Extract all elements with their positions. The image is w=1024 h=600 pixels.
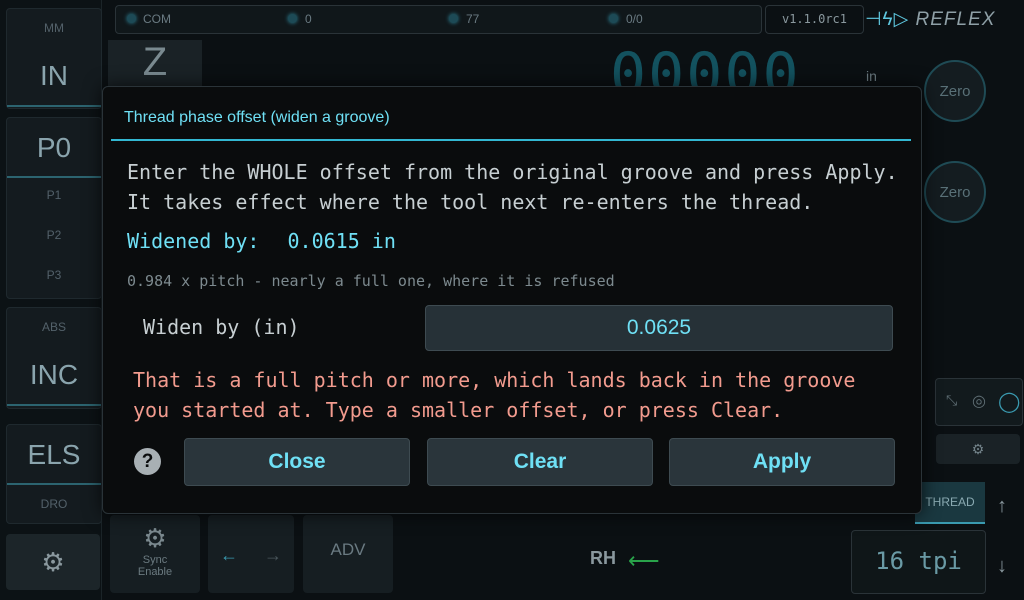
arrow-right-icon[interactable]: → [264,545,282,566]
mode-sidebar: MM IN P0 P1 P2 P3 ABS INC ELS DRO ⚙ [0,0,102,600]
help-icon[interactable]: ? [134,448,161,475]
clear-button[interactable]: Clear [427,438,653,486]
function-group: ELS DRO [6,424,102,524]
enable-label: Enable [137,566,173,578]
message-line: Enter the WHOLE offset from the original… [127,160,898,184]
thread-tab[interactable]: THREAD [915,482,985,524]
settings-button[interactable]: ⚙ [6,534,100,590]
apply-button[interactable]: Apply [669,438,895,486]
status-indicator-icon [609,14,618,23]
com-indicator-icon [127,14,136,23]
status-indicator-icon [449,14,458,23]
status-value-3: 0/0 [626,12,643,26]
thread-phase-dialog: Thread phase offset (widen a groove) Ent… [102,86,922,514]
continuous-icon[interactable]: ◯ [998,389,1020,414]
sync-enable-button[interactable]: ⚙ Sync Enable [110,515,200,593]
status-bar: COM 0 77 0/0 [115,5,762,34]
dialog-title: Thread phase offset (widen a groove) [124,109,390,126]
widened-readout: Widened by: 0.0615 in [127,229,396,253]
coord-abs-button[interactable]: ABS [7,320,101,334]
mode-selector: ⤡ ◎ ◯ [935,378,1023,426]
units-mm-label[interactable]: MM [7,21,101,35]
function-dro-button[interactable]: DRO [7,497,101,511]
axis-z-button[interactable]: Z [108,40,202,90]
brand-name: REFLEX [915,9,996,30]
adv-button[interactable]: ADV [303,515,393,593]
message-line: It takes effect where the tool next re-e… [127,190,814,214]
gear-icon: ⚙ [41,546,65,577]
direction-arrow-icon: ⟵ [628,548,660,573]
arrow-left-icon[interactable]: ← [220,545,238,566]
coord-group: ABS INC [6,307,102,409]
com-label: COM [143,12,171,26]
status-value-1: 0 [305,12,312,26]
sync-icon[interactable]: ◎ [972,391,986,411]
version-label: v1.1.0rc1 [765,5,864,34]
widen-input[interactable]: 0.0625 [425,305,893,351]
thread-hand-label: RH [590,548,616,568]
plug-icon: ⊣ϟ▷ [865,9,910,30]
arrow-down-icon[interactable]: ↓ [987,555,1017,578]
gear-icon: ⚙ [971,441,985,457]
status-indicator-icon [288,14,297,23]
function-els-button[interactable]: ELS [7,427,101,485]
widened-label: Widened by: [127,229,260,253]
direction-buttons: ← → [208,515,294,593]
position-group: P0 P1 P2 P3 [6,117,102,299]
pitch-value[interactable]: 16 tpi [851,530,986,594]
units-in-button[interactable]: IN [7,47,101,107]
position-p2-button[interactable]: P2 [7,228,101,242]
coord-inc-button[interactable]: INC [7,346,101,406]
zero-button[interactable]: Zero [924,60,986,122]
title-divider [111,139,911,141]
position-p3-button[interactable]: P3 [7,268,101,282]
pitch-note: 0.984 x pitch - nearly a full one, where… [127,272,615,290]
error-line: you started at. Type a smaller offset, o… [133,398,784,422]
dialog-message: Enter the WHOLE offset from the original… [127,157,907,217]
error-line: That is a full pitch or more, which land… [133,368,856,392]
widened-value: 0.0615 in [287,229,396,253]
widen-label: Widen by (in) [143,315,300,339]
mode-settings-button[interactable]: ⚙ [936,434,1020,464]
axis-unit: in [866,68,877,84]
status-value-2: 77 [466,12,480,26]
zero-button[interactable]: Zero [924,161,986,223]
off-icon[interactable]: ⤡ [946,392,957,409]
error-message: That is a full pitch or more, which land… [133,365,903,425]
position-p0-button[interactable]: P0 [7,120,101,178]
motor-icon: ⚙ [143,523,167,553]
brand-logo: ⊣ϟ▷ REFLEX [865,8,1017,44]
arrow-up-icon[interactable]: ↑ [987,495,1017,518]
position-p1-button[interactable]: P1 [7,188,101,202]
units-group: MM IN [6,8,102,109]
close-button[interactable]: Close [184,438,410,486]
sync-label: Sync [142,554,168,566]
